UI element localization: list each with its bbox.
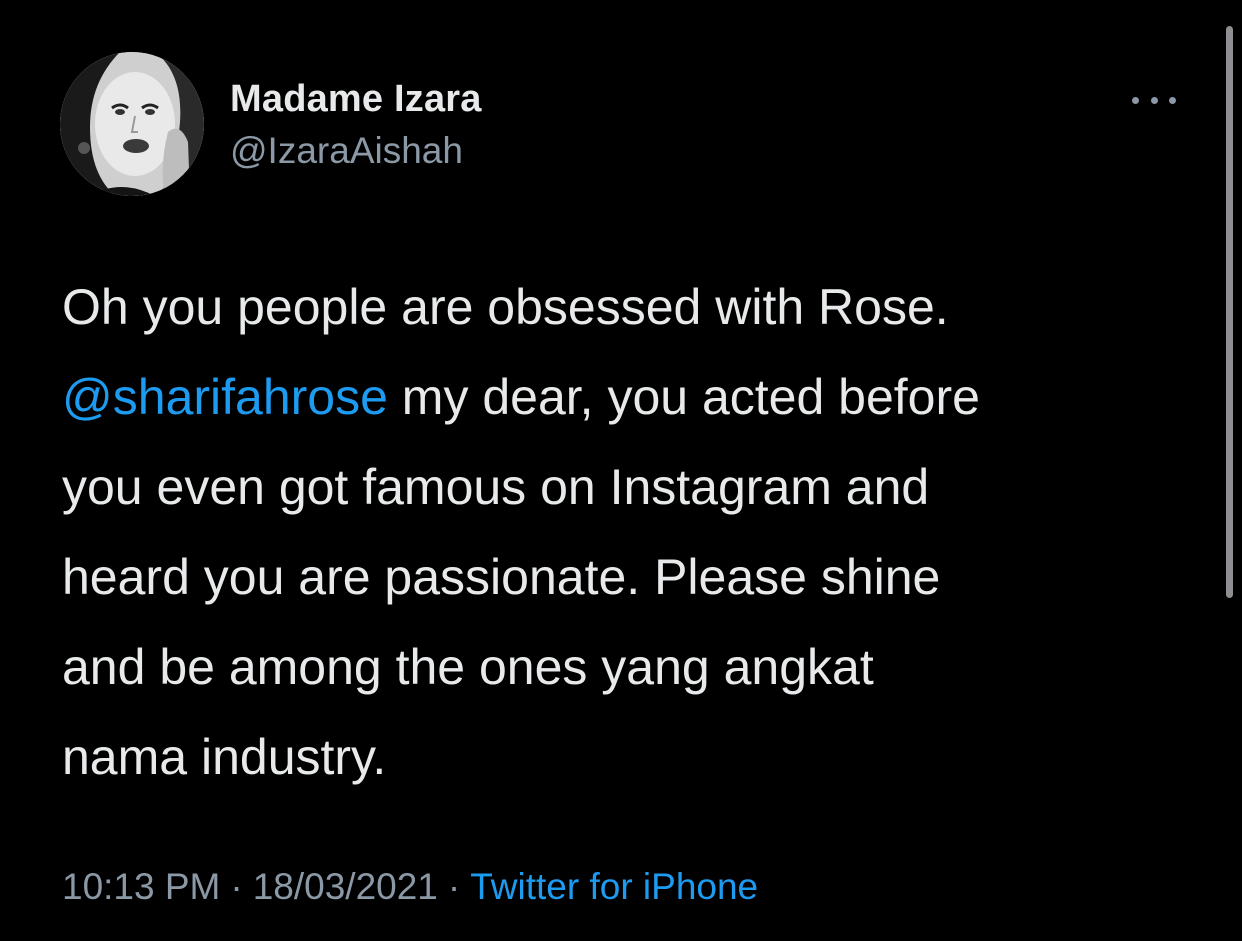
tweet-detail: Madame Izara @IzaraAishah Oh you people … <box>0 0 1242 941</box>
more-options-button[interactable] <box>1128 82 1180 118</box>
tweet-text-line: nama industry. <box>62 729 387 785</box>
tweet-text-line: @sharifahrose my dear, you acted before <box>62 352 1192 442</box>
display-name[interactable]: Madame Izara <box>230 78 482 121</box>
meta-separator: · <box>447 866 461 907</box>
meta-separator: · <box>230 866 243 907</box>
tweet-time[interactable]: 10:13 PM <box>62 866 220 907</box>
more-horizontal-icon <box>1132 96 1139 104</box>
username-handle[interactable]: @IzaraAishah <box>230 130 463 172</box>
tweet-date[interactable]: 18/03/2021 <box>253 866 438 907</box>
avatar[interactable] <box>60 52 204 196</box>
tweet-source-link[interactable]: Twitter for iPhone <box>470 866 758 907</box>
mention-link[interactable]: @sharifahrose <box>62 369 388 425</box>
more-dot <box>1169 96 1176 104</box>
tweet-text: Oh you people are obsessed with Rose. @s… <box>62 262 1192 802</box>
tweet-text-line: you even got famous on Instagram and <box>62 459 930 515</box>
tweet-text-line: and be among the ones yang angkat <box>62 639 874 695</box>
tweet-text-segment: my dear, you acted before <box>387 369 980 425</box>
tweet-text-line: heard you are passionate. Please shine <box>62 549 941 605</box>
more-dot <box>1150 96 1158 104</box>
profile-photo-icon <box>60 52 204 196</box>
scrollbar-thumb[interactable] <box>1226 26 1233 598</box>
tweet-metadata: 10:13 PM · 18/03/2021 · Twitter for iPhone <box>62 866 758 908</box>
tweet-text-line: Oh you people are obsessed with Rose. <box>62 279 949 335</box>
